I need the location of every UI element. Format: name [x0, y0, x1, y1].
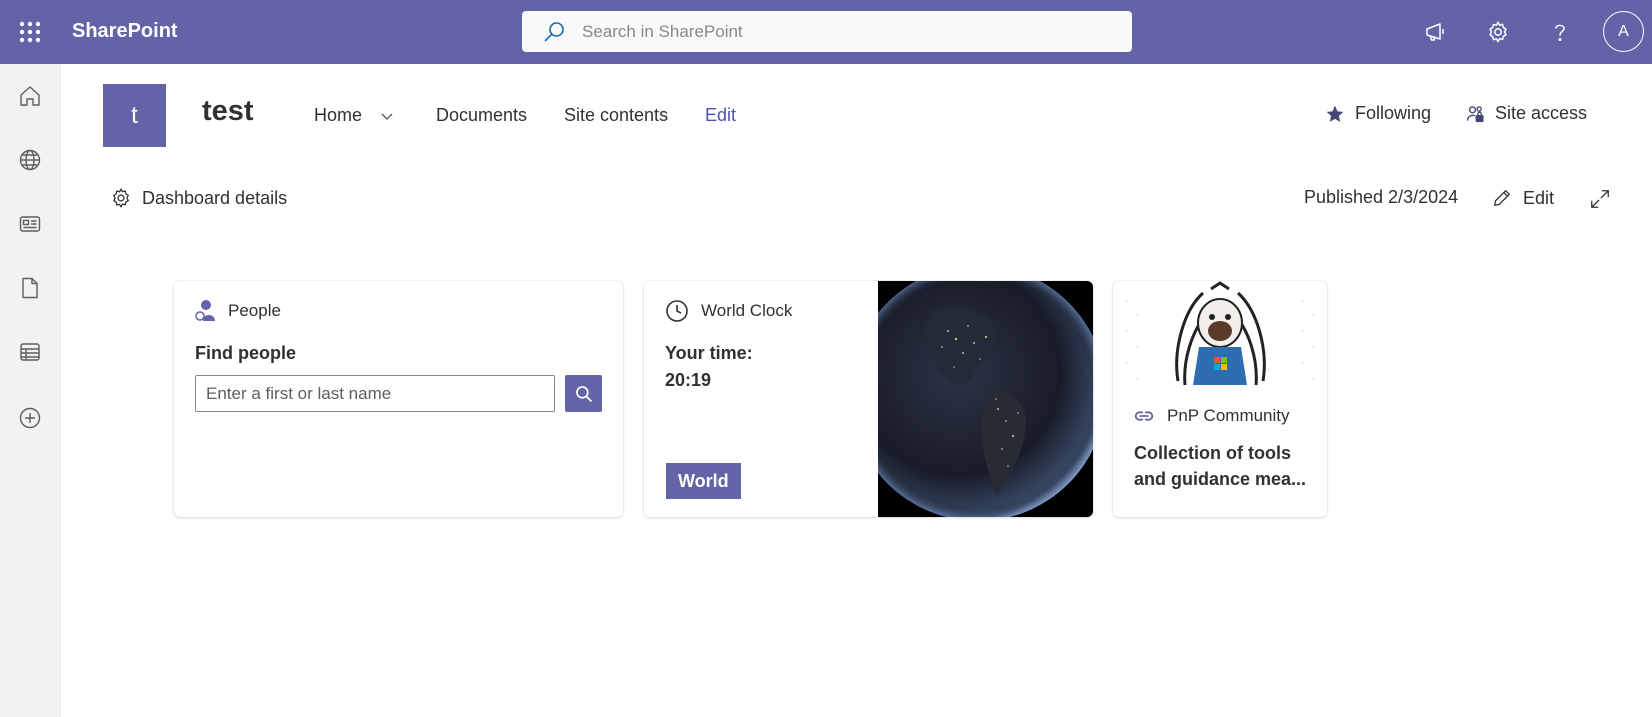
star-filled-icon [1325, 104, 1355, 124]
people-search-button[interactable] [565, 375, 602, 412]
app-name[interactable]: SharePoint [72, 20, 178, 43]
site-title[interactable]: test [202, 95, 254, 128]
list-icon[interactable] [10, 332, 50, 372]
nav-documents[interactable]: Documents [436, 105, 527, 126]
megaphone-icon[interactable] [1416, 12, 1456, 52]
world-clock-card-header: World Clock [665, 299, 792, 323]
following-button[interactable]: Following [1325, 103, 1431, 124]
pnp-card-header: PnP Community [1133, 405, 1290, 427]
people-card-header: People [194, 299, 281, 323]
help-icon[interactable] [1540, 12, 1580, 52]
dashboard-details-button[interactable]: Dashboard details [110, 187, 287, 209]
app-launcher-icon[interactable] [0, 0, 60, 64]
pnp-card-description: Collection of tools and guidance mea... [1134, 443, 1307, 489]
pnp-community-card[interactable]: PnP Community Collection of tools and gu… [1113, 281, 1327, 517]
world-button[interactable]: World [666, 463, 741, 499]
expand-icon[interactable] [1589, 188, 1621, 210]
site-access-label: Site access [1495, 103, 1588, 123]
globe-icon[interactable] [10, 140, 50, 180]
search-icon [575, 385, 592, 402]
chevron-down-icon[interactable] [380, 109, 394, 123]
add-icon[interactable] [10, 398, 50, 438]
nav-site-contents[interactable]: Site contents [564, 105, 668, 126]
following-label: Following [1355, 103, 1432, 123]
dashboard-details-label: Dashboard details [142, 187, 288, 208]
nav-home-label: Home [314, 105, 363, 125]
link-icon [1133, 405, 1167, 427]
search-box[interactable] [522, 11, 1132, 52]
your-time-label: Your time: [665, 343, 753, 363]
search-input[interactable] [582, 21, 1102, 42]
edit-page-button[interactable]: Edit [1491, 187, 1554, 209]
left-app-bar [0, 64, 61, 717]
site-access-button[interactable]: Site access [1465, 103, 1587, 124]
settings-gear-icon [110, 187, 142, 209]
suite-bar: SharePoint A [0, 0, 1652, 64]
settings-gear-icon[interactable] [1478, 12, 1518, 52]
pencil-icon [1491, 187, 1523, 209]
pnp-mascot-image [1113, 281, 1327, 389]
clock-icon [665, 299, 701, 323]
people-search-input[interactable] [195, 375, 555, 412]
world-clock-card: World Clock Your time: 20:19 World [644, 281, 1093, 517]
people-icon [194, 299, 228, 323]
find-people-label: Find people [195, 343, 296, 363]
home-icon[interactable] [10, 76, 50, 116]
world-clock-title: World Clock [701, 301, 793, 320]
pnp-card-title: PnP Community [1167, 406, 1290, 425]
search-icon [542, 20, 566, 44]
avatar[interactable]: A [1603, 11, 1644, 52]
people-lock-icon [1465, 104, 1495, 124]
people-card: People Find people [174, 281, 623, 517]
clock-time: 20:19 [665, 370, 712, 390]
document-icon[interactable] [10, 268, 50, 308]
published-status: Published 2/3/2024 [1304, 187, 1459, 207]
news-icon[interactable] [10, 204, 50, 244]
people-card-title: People [228, 301, 281, 320]
earth-image [878, 281, 1093, 517]
nav-edit-link[interactable]: Edit [705, 105, 736, 126]
nav-home[interactable]: Home [314, 105, 394, 126]
site-logo[interactable]: t [103, 84, 166, 147]
edit-page-label: Edit [1523, 187, 1555, 208]
